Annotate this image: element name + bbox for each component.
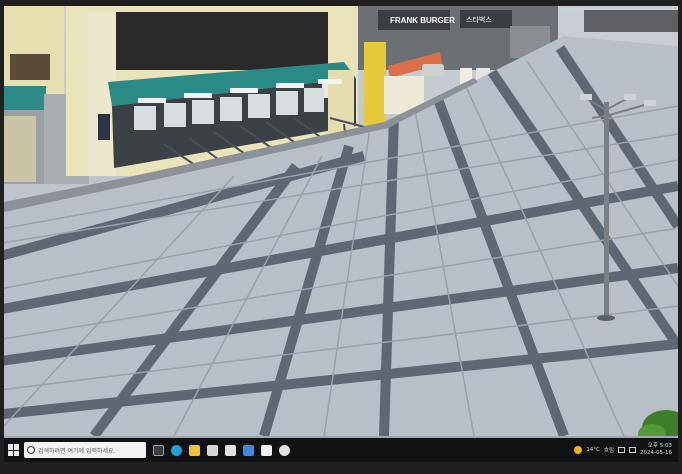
- weather-temp[interactable]: 14°C: [586, 447, 600, 453]
- cctv-scene: FRANK BURGER 스타벅스: [4, 6, 678, 436]
- left-window: [10, 54, 50, 80]
- shop-sign-second: 스타벅스: [466, 15, 492, 24]
- mail-icon[interactable]: [225, 444, 236, 456]
- taskbar: 검색하려면 여기에 입력하세요. 14°C 흐림 오후 5:03 2024-05…: [4, 438, 678, 462]
- search-placeholder: 검색하려면 여기에 입력하세요.: [38, 447, 116, 455]
- taskbar-search[interactable]: 검색하려면 여기에 입력하세요.: [24, 442, 146, 458]
- edge-icon[interactable]: [171, 444, 182, 456]
- security-icon[interactable]: [261, 444, 272, 456]
- store-icon[interactable]: [207, 444, 218, 456]
- left-wall-panel: [4, 116, 36, 182]
- clock[interactable]: 오후 5:03 2024-05-16: [640, 443, 672, 457]
- app-icon[interactable]: [243, 444, 254, 456]
- weather-desc[interactable]: 흐림: [604, 446, 614, 454]
- kiosk-poster: [98, 114, 110, 140]
- chrome-icon[interactable]: [279, 444, 290, 456]
- volume-icon[interactable]: [629, 447, 637, 453]
- left-building: [4, 6, 64, 96]
- weather-icon[interactable]: [574, 446, 583, 454]
- clock-date: 2024-05-16: [640, 450, 672, 456]
- shop-sign-burger: FRANK BURGER: [390, 16, 455, 25]
- monitor-frame: FRANK BURGER 스타벅스 검색하려면 여기에 입력하세요. 14°C …: [0, 0, 682, 474]
- task-view-icon[interactable]: [153, 444, 164, 456]
- parked-car-2: [422, 64, 444, 76]
- system-tray: 14°C 흐림 오후 5:03 2024-05-16: [574, 443, 678, 457]
- clock-time: 오후 5:03: [647, 443, 672, 449]
- start-icon[interactable]: [8, 444, 20, 456]
- network-icon[interactable]: [618, 447, 626, 453]
- far-rail-area: [584, 10, 678, 32]
- screen: FRANK BURGER 스타벅스 검색하려면 여기에 입력하세요. 14°C …: [4, 6, 678, 462]
- left-awning: [4, 86, 46, 110]
- file-explorer-icon[interactable]: [189, 444, 200, 456]
- yellow-banner: [364, 42, 386, 126]
- search-icon: [27, 446, 35, 454]
- kiosk-dark-sign: [114, 12, 328, 70]
